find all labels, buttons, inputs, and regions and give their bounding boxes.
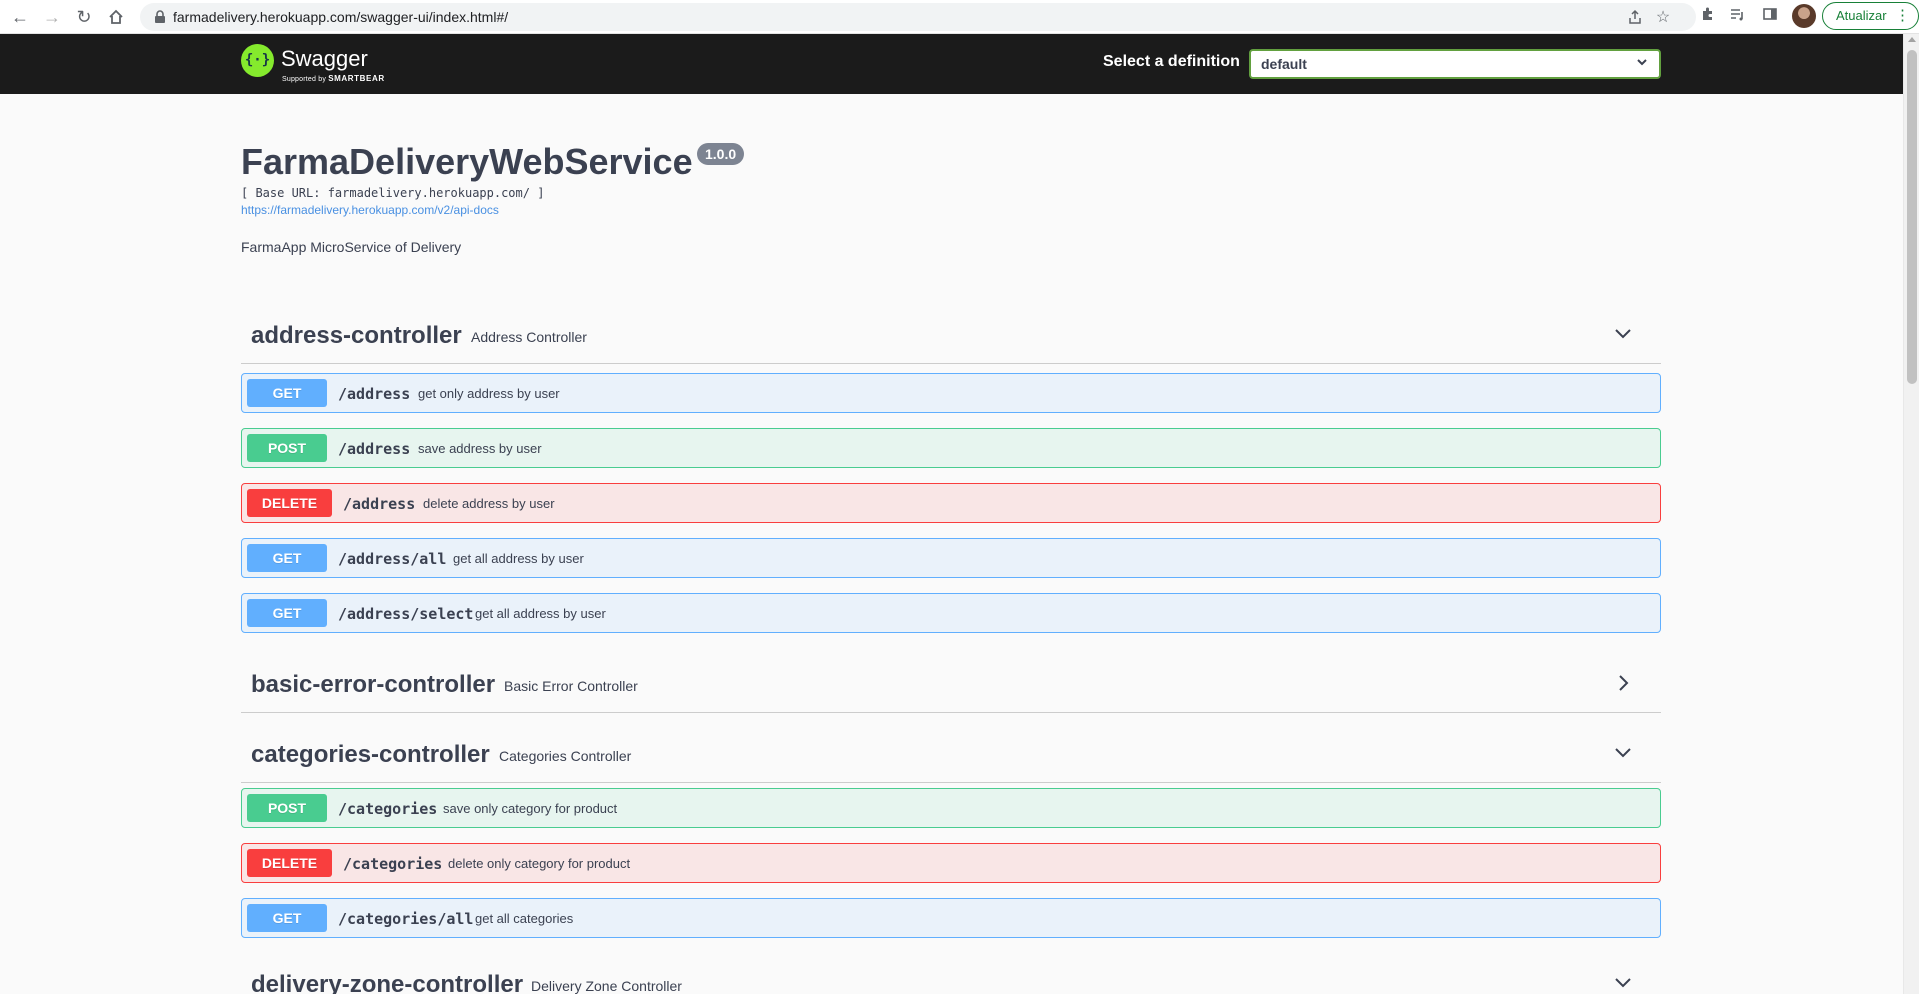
tag-description: Basic Error Controller (504, 678, 638, 694)
tag-name: basic-error-controller (251, 671, 496, 698)
operation-get-address[interactable]: GET /address get only address by user (241, 373, 1661, 413)
method-badge: POST (247, 434, 327, 462)
side-panel-icon[interactable] (1759, 6, 1781, 28)
chevron-down-icon[interactable] (1612, 972, 1634, 994)
operation-summary: save only category for product (443, 801, 618, 816)
update-button[interactable]: Atualizar ⋮ (1822, 2, 1919, 30)
more-menu-icon[interactable]: ⋮ (1895, 3, 1910, 29)
method-badge: GET (247, 544, 327, 572)
lock-icon (155, 10, 165, 23)
scrollbar-thumb[interactable] (1907, 50, 1917, 384)
tag-description: Delivery Zone Controller (531, 978, 682, 994)
forward-icon[interactable]: → (40, 5, 64, 29)
chevron-right-icon[interactable] (1612, 672, 1634, 694)
operation-path: /address (343, 495, 416, 513)
method-badge: DELETE (247, 849, 332, 877)
swagger-logo[interactable]: {·} Swagger Supported by SMARTBEAR (241, 44, 391, 84)
operation-path: /address (338, 385, 411, 403)
operation-path: /address/all (338, 550, 447, 568)
home-icon[interactable] (104, 5, 128, 29)
tag-delivery-zone-controller[interactable]: delivery-zone-controller Delivery Zone C… (241, 959, 1661, 994)
definition-value: default (1261, 56, 1307, 72)
operation-path: /categories/all (338, 910, 474, 928)
extensions-icon[interactable] (1697, 6, 1719, 28)
tag-basic-error-controller[interactable]: basic-error-controller Basic Error Contr… (241, 655, 1661, 713)
address-bar[interactable]: farmadelivery.herokuapp.com/swagger-ui/i… (140, 3, 1696, 31)
method-badge: POST (247, 794, 327, 822)
tag-name: address-controller (251, 322, 462, 349)
logo-sub-prefix: Supported by (282, 76, 327, 83)
operation-path: /address (338, 440, 411, 458)
operation-post-address[interactable]: POST /address save address by user (241, 428, 1661, 468)
operation-summary: get all address by user (475, 606, 606, 621)
update-label: Atualizar (1836, 8, 1887, 23)
operation-path: /categories (338, 800, 438, 818)
operation-summary: delete address by user (423, 496, 555, 511)
operation-path: /address/select (338, 605, 474, 623)
version-badge: 1.0.0 (697, 143, 745, 165)
tag-address-controller[interactable]: address-controller Address Controller (241, 306, 1661, 364)
api-title: FarmaDeliveryWebService (241, 141, 693, 182)
chevron-down-icon (1637, 59, 1647, 66)
swagger-logo-icon: {·} (241, 44, 274, 77)
tag-description: Address Controller (471, 329, 587, 345)
reading-list-icon[interactable] (1726, 6, 1748, 28)
tag-description: Categories Controller (499, 748, 632, 764)
reload-icon[interactable]: ↻ (72, 5, 96, 29)
operation-get-address-all[interactable]: GET /address/all get all address by user (241, 538, 1661, 578)
operation-get-address-select[interactable]: GET /address/select get all address by u… (241, 593, 1661, 633)
bookmark-star-icon[interactable]: ☆ (1654, 9, 1672, 27)
page-scrollbar[interactable] (1903, 34, 1919, 994)
operation-post-categories[interactable]: POST /categories save only category for … (241, 788, 1661, 828)
method-badge: DELETE (247, 489, 332, 517)
url-text: farmadelivery.herokuapp.com/swagger-ui/i… (173, 9, 509, 25)
api-description: FarmaApp MicroService of Delivery (241, 239, 462, 255)
operation-path: /categories (343, 855, 443, 873)
share-icon[interactable] (1626, 9, 1644, 27)
operation-delete-categories[interactable]: DELETE /categories delete only category … (241, 843, 1661, 883)
api-docs-link[interactable]: https://farmadelivery.herokuapp.com/v2/a… (241, 203, 499, 217)
back-icon[interactable]: ← (8, 5, 32, 29)
operation-summary: get all address by user (453, 551, 584, 566)
definition-label: Select a definition (1103, 53, 1240, 70)
definition-select[interactable]: default (1249, 49, 1661, 79)
operation-get-categories-all[interactable]: GET /categories/all get all categories (241, 898, 1661, 938)
method-badge: GET (247, 599, 327, 627)
operation-delete-address[interactable]: DELETE /address delete address by user (241, 483, 1661, 523)
tag-name: delivery-zone-controller (251, 971, 524, 994)
operation-summary: save address by user (418, 441, 542, 456)
browser-toolbar: ← → ↻ farmadelivery.herokuapp.com/swagge… (0, 0, 1919, 34)
operation-summary: get only address by user (418, 386, 560, 401)
logo-subtitle: Supported by SMARTBEAR (282, 74, 385, 83)
base-url: [ Base URL: farmadelivery.herokuapp.com/… (241, 186, 545, 200)
operation-summary: get all categories (475, 911, 574, 926)
tag-name: categories-controller (251, 741, 490, 768)
method-badge: GET (247, 379, 327, 407)
profile-avatar[interactable] (1792, 4, 1816, 28)
logo-sub-brand: SMARTBEAR (328, 74, 385, 83)
operation-summary: delete only category for product (448, 856, 631, 871)
chevron-down-icon[interactable] (1612, 742, 1634, 764)
swagger-topbar: {·} Swagger Supported by SMARTBEAR Selec… (0, 34, 1903, 94)
scroll-up-arrow-icon[interactable] (1908, 37, 1916, 42)
method-badge: GET (247, 904, 327, 932)
logo-text: Swagger (281, 46, 368, 71)
tag-categories-controller[interactable]: categories-controller Categories Control… (241, 725, 1661, 783)
chevron-down-icon[interactable] (1612, 323, 1634, 345)
